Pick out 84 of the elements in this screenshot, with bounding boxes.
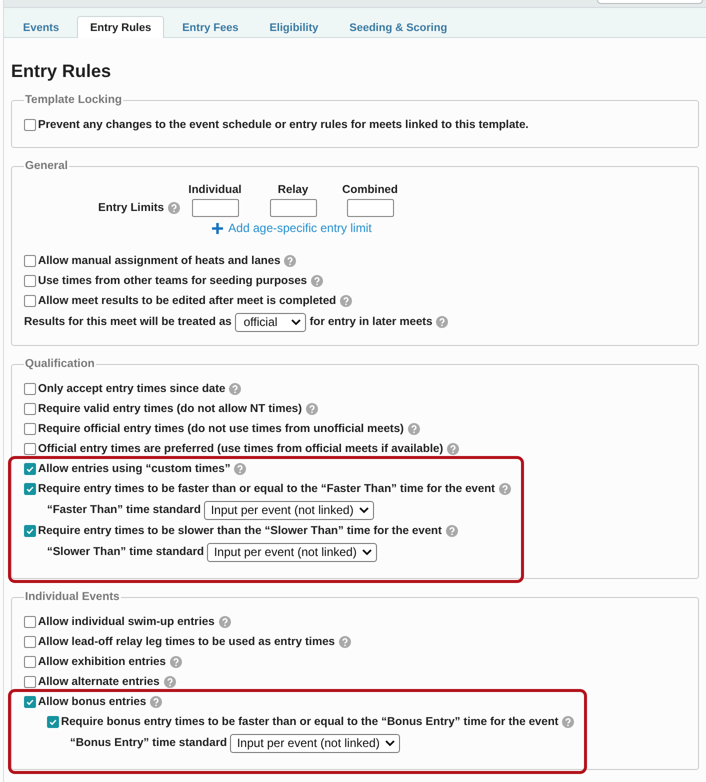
checkbox-label: Allow individual swim-up entries xyxy=(38,616,215,628)
chevron-down-icon xyxy=(358,507,369,513)
tab[interactable]: Entry Fees xyxy=(169,17,252,38)
option-label: for entry in later meets xyxy=(310,316,432,328)
help-icon[interactable] xyxy=(150,696,162,708)
checkbox[interactable] xyxy=(24,383,36,395)
help-icon[interactable] xyxy=(446,525,458,537)
field-label: Entry Limits xyxy=(98,202,164,214)
checkbox-label: Require official entry times (do not use times from unofficial meets) xyxy=(38,423,404,435)
help-icon[interactable] xyxy=(498,483,511,495)
checkbox[interactable] xyxy=(24,656,36,668)
section-legend: Qualification xyxy=(24,357,96,371)
dropdown-label: “Bonus Entry” time standard xyxy=(70,737,227,749)
dropdown-label: “Faster Than” time standard xyxy=(47,504,201,516)
checkbox-label: Allow alternate entries xyxy=(38,676,160,688)
column-heading: Combined xyxy=(341,184,399,196)
entry-limit-field[interactable] xyxy=(346,199,394,217)
dropdown[interactable]: Input per event (not linked) xyxy=(230,734,400,752)
toolbar-button[interactable] xyxy=(597,0,703,4)
checkbox[interactable] xyxy=(24,636,36,648)
dropdown[interactable]: Input per event (not linked) xyxy=(204,500,374,520)
help-icon[interactable] xyxy=(408,423,420,435)
checkbox[interactable] xyxy=(24,525,36,537)
entry-limit-field[interactable] xyxy=(192,199,238,217)
checkbox[interactable] xyxy=(24,676,36,688)
tab[interactable]: Events xyxy=(10,17,72,38)
tab[interactable]: Eligibility xyxy=(256,17,332,38)
entry-limit-field[interactable] xyxy=(270,199,316,217)
checkbox-label: Allow exhibition entries xyxy=(38,656,166,668)
tab[interactable]: Seeding & Scoring xyxy=(336,17,460,38)
dropdown-label: “Slower Than” time standard xyxy=(47,546,204,558)
checkbox-label: Use times from other teams for seeding purposes xyxy=(38,275,308,287)
checkbox[interactable] xyxy=(47,716,59,728)
chevron-down-icon xyxy=(362,549,372,555)
checkbox-label: Prevent any changes to the event schedule or entry rules for meets linked to this template. xyxy=(38,119,529,131)
help-icon[interactable] xyxy=(340,295,352,307)
checkbox[interactable] xyxy=(24,616,36,628)
help-icon[interactable] xyxy=(229,383,242,395)
help-icon[interactable] xyxy=(234,463,246,475)
checkbox[interactable] xyxy=(24,255,36,267)
help-icon[interactable] xyxy=(338,636,351,648)
help-icon[interactable] xyxy=(170,656,182,668)
checkbox-label: Require entry times to be slower than the “Slower Than” time for the event xyxy=(38,525,442,537)
page-heading: Entry Rules xyxy=(11,60,112,82)
help-icon[interactable] xyxy=(164,676,176,688)
section-legend: Template Locking xyxy=(24,93,123,107)
column-heading: Individual xyxy=(187,184,243,196)
checkbox-label: Require entry times to be faster than or equal to the “Faster Than” time for the event xyxy=(38,483,495,495)
checkbox-label: Only accept entry times since date xyxy=(38,383,226,395)
section-legend: General xyxy=(24,159,69,173)
checkbox[interactable] xyxy=(24,443,36,455)
plus-icon xyxy=(212,222,224,234)
checkbox[interactable] xyxy=(24,423,36,435)
chevron-down-icon xyxy=(290,319,301,325)
checkbox-label: Allow manual assignment of heats and lanes xyxy=(38,255,280,267)
option-label: Results for this meet will be treated as xyxy=(24,316,232,328)
checkbox-label: Allow lead-off relay leg times to be used as entry times xyxy=(38,636,335,648)
chevron-down-icon xyxy=(384,740,395,746)
column-heading: Relay xyxy=(276,184,310,196)
checkbox[interactable] xyxy=(24,696,36,708)
checkbox[interactable] xyxy=(24,295,36,307)
help-icon[interactable] xyxy=(311,275,324,287)
section-legend: Individual Events xyxy=(24,590,121,604)
help-icon[interactable] xyxy=(436,316,448,328)
help-icon[interactable] xyxy=(284,255,296,267)
checkbox[interactable] xyxy=(24,483,36,495)
dropdown[interactable]: Input per event (not linked) xyxy=(206,542,377,562)
checkbox-label: Allow entries using “custom times” xyxy=(38,463,230,475)
help-icon[interactable] xyxy=(168,202,180,214)
checkbox[interactable] xyxy=(24,119,36,131)
checkbox-label: Require bonus entry times to be faster than or equal to the “Bonus Entry” time for the event xyxy=(61,716,558,728)
checkbox[interactable] xyxy=(24,463,36,475)
help-icon[interactable] xyxy=(562,716,574,728)
checkbox[interactable] xyxy=(24,403,36,415)
help-icon[interactable] xyxy=(447,443,460,455)
help-icon[interactable] xyxy=(306,403,318,415)
help-icon[interactable] xyxy=(218,616,231,628)
checkbox-label: Official entry times are preferred (use times from official meets if available) xyxy=(38,443,444,455)
checkbox-label: Allow bonus entries xyxy=(38,696,146,708)
checkbox-label: Require valid entry times (do not allow NT times) xyxy=(38,403,302,415)
checkbox[interactable] xyxy=(24,275,36,287)
checkbox-label: Allow meet results to be edited after meet is completed xyxy=(38,295,336,307)
dropdown[interactable]: official xyxy=(234,312,306,332)
tab[interactable]: Entry Rules xyxy=(77,16,164,38)
